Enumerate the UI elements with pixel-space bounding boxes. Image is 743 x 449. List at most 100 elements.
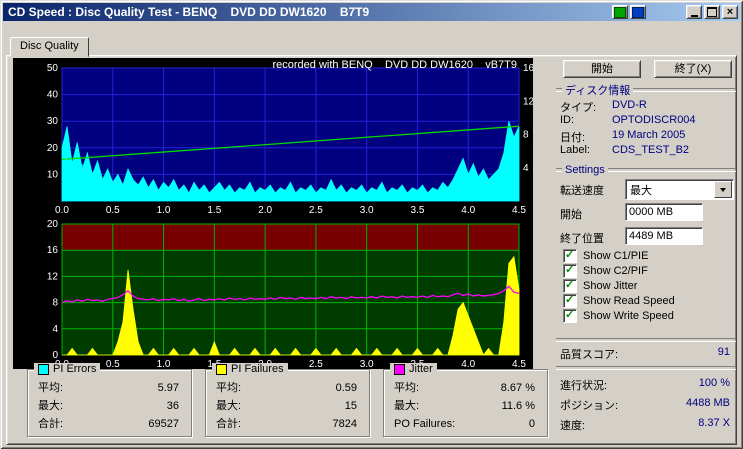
- checkbox-label: Show C2/PIF: [583, 264, 648, 277]
- app-window: CD Speed : Disc Quality Test - BENQ DVD …: [0, 0, 743, 449]
- show-c1-pie-checkbox[interactable]: [563, 248, 577, 263]
- legend-row: PO Failures: 0: [394, 415, 535, 433]
- legend-row: 最大: 15: [216, 397, 357, 415]
- row-value: 36: [166, 400, 179, 412]
- end-position-label: 終了位置: [560, 233, 604, 245]
- row-value: 7824: [332, 418, 357, 430]
- header-line: [607, 168, 736, 172]
- axis-tick-label: 0.5: [106, 205, 120, 216]
- start-position-label: 開始: [560, 209, 582, 221]
- axis-tick-label: 3.5: [410, 205, 424, 216]
- minimize-button[interactable]: [686, 5, 702, 19]
- row-label: 平均:: [216, 382, 242, 394]
- start-position-input[interactable]: [625, 203, 703, 221]
- settings-title: Settings: [565, 164, 605, 176]
- pi-errors-legend-title: PI Errors: [34, 363, 101, 375]
- settings-header: Settings: [556, 164, 736, 176]
- row-label: 最大:: [38, 400, 64, 412]
- row-value: 11.6 %: [501, 400, 535, 412]
- checkbox-label: Show C1/PIE: [583, 249, 649, 262]
- axis-tick-label: 4.5: [512, 205, 526, 216]
- row-label: 合計:: [216, 418, 242, 430]
- transfer-speed-label: 転送速度: [560, 185, 604, 197]
- chevron-down-icon: [720, 187, 726, 192]
- tab-label: Disc Quality: [20, 40, 79, 52]
- jitter-legend-title: Jitter: [390, 363, 437, 375]
- axis-tick-label: 4: [523, 163, 529, 174]
- axis-tick-label: 2.0: [258, 205, 272, 216]
- axis-tick-label: 16: [523, 63, 533, 74]
- axis-tick-label: 0.5: [106, 359, 120, 369]
- axis-tick-label: 10: [47, 169, 59, 180]
- row-label: PO Failures:: [394, 418, 456, 430]
- end-position-input[interactable]: [625, 227, 703, 245]
- header-dash: [556, 88, 562, 92]
- green-chart-button[interactable]: [612, 5, 628, 19]
- axis-tick-label: 20: [47, 143, 59, 154]
- window-title: CD Speed : Disc Quality Test - BENQ DVD …: [8, 5, 370, 19]
- legend-row: 合計: 69527: [38, 415, 179, 433]
- axis-tick-label: 0.0: [55, 205, 69, 216]
- dropdown-button[interactable]: [714, 181, 732, 198]
- show-jitter-row[interactable]: Show Jitter: [563, 278, 637, 293]
- pi-errors-swatch: [38, 363, 49, 375]
- show-write-speed-row[interactable]: Show Write Speed: [563, 308, 674, 323]
- row-value: 0.59: [335, 382, 357, 394]
- disc-type-value: DVD-R: [612, 99, 647, 111]
- progress-label: 進行状況:: [560, 380, 608, 392]
- show-write-speed-checkbox[interactable]: [563, 308, 577, 323]
- close-button[interactable]: ×: [722, 5, 738, 19]
- start-button[interactable]: 開始: [563, 60, 641, 78]
- titlebar: CD Speed : Disc Quality Test - BENQ DVD …: [3, 3, 740, 21]
- legend-row: 平均: 0.59: [216, 379, 357, 397]
- disc-id-value: OPTODISCR004: [612, 114, 696, 126]
- close-icon: ×: [726, 5, 734, 18]
- axis-tick-label: 30: [47, 116, 59, 127]
- show-read-speed-row[interactable]: Show Read Speed: [563, 293, 675, 308]
- show-c2-pif-checkbox[interactable]: [563, 263, 577, 278]
- row-label: 最大:: [216, 400, 242, 412]
- quality-score-label: 品質スコア:: [560, 349, 619, 361]
- maximize-button[interactable]: [704, 5, 720, 19]
- pi-errors-legend: PI Errors 平均: 5.97 最大: 36 合計: 69527: [27, 363, 192, 437]
- pi-failures-swatch: [216, 363, 227, 375]
- blue-chart-button[interactable]: [630, 5, 646, 19]
- disc-id-label: ID:: [560, 114, 575, 126]
- show-c1-pie-row[interactable]: Show C1/PIE: [563, 248, 649, 263]
- chart-area: recorded with BENQ DVD DD DW1620 vB7T9 5…: [13, 58, 535, 370]
- legend-title-text: PI Errors: [53, 363, 97, 375]
- row-label: 平均:: [394, 382, 420, 394]
- disc-info-header: ディスク情報: [556, 84, 736, 97]
- axis-tick-label: 4.5: [512, 359, 526, 369]
- axis-tick-label: 3.0: [360, 359, 374, 369]
- separator: [556, 338, 736, 342]
- minimize-icon: [690, 14, 698, 17]
- disc-date-label: 日付:: [560, 132, 586, 144]
- transfer-speed-select[interactable]: 最大: [625, 179, 734, 200]
- row-value: 0: [528, 418, 535, 430]
- show-jitter-checkbox[interactable]: [563, 278, 577, 293]
- axis-tick-label: 4.0: [461, 205, 475, 216]
- disc-date-value: 19 March 2005: [612, 129, 686, 141]
- axis-tick-label: 4.0: [461, 359, 475, 369]
- legend-row: 平均: 5.97: [38, 379, 179, 397]
- legend-row: 最大: 11.6 %: [394, 397, 535, 415]
- speed-label: 速度:: [560, 420, 586, 432]
- disc-type-label: タイプ:: [560, 102, 597, 114]
- axis-tick-label: 40: [47, 90, 59, 101]
- show-c2-pif-row[interactable]: Show C2/PIF: [563, 263, 648, 278]
- green-chart-icon: [614, 6, 626, 18]
- checkbox-label: Show Read Speed: [583, 294, 675, 307]
- axis-tick-label: 1.0: [157, 359, 171, 369]
- legend-title-text: Jitter: [409, 363, 433, 375]
- axis-tick-label: 4: [52, 324, 58, 335]
- axis-tick-label: 12: [47, 271, 59, 282]
- row-label: 平均:: [38, 382, 64, 394]
- show-read-speed-checkbox[interactable]: [563, 293, 577, 308]
- row-value: 8.67 %: [500, 382, 535, 394]
- tab-disc-quality[interactable]: Disc Quality: [10, 37, 89, 57]
- chart-recorded-with-text: recorded with BENQ DVD DD DW1620 vB7T9: [272, 59, 517, 71]
- legend-row: 平均: 8.67 %: [394, 379, 535, 397]
- exit-button[interactable]: 終了(X): [654, 60, 732, 78]
- maximize-icon: [707, 7, 717, 17]
